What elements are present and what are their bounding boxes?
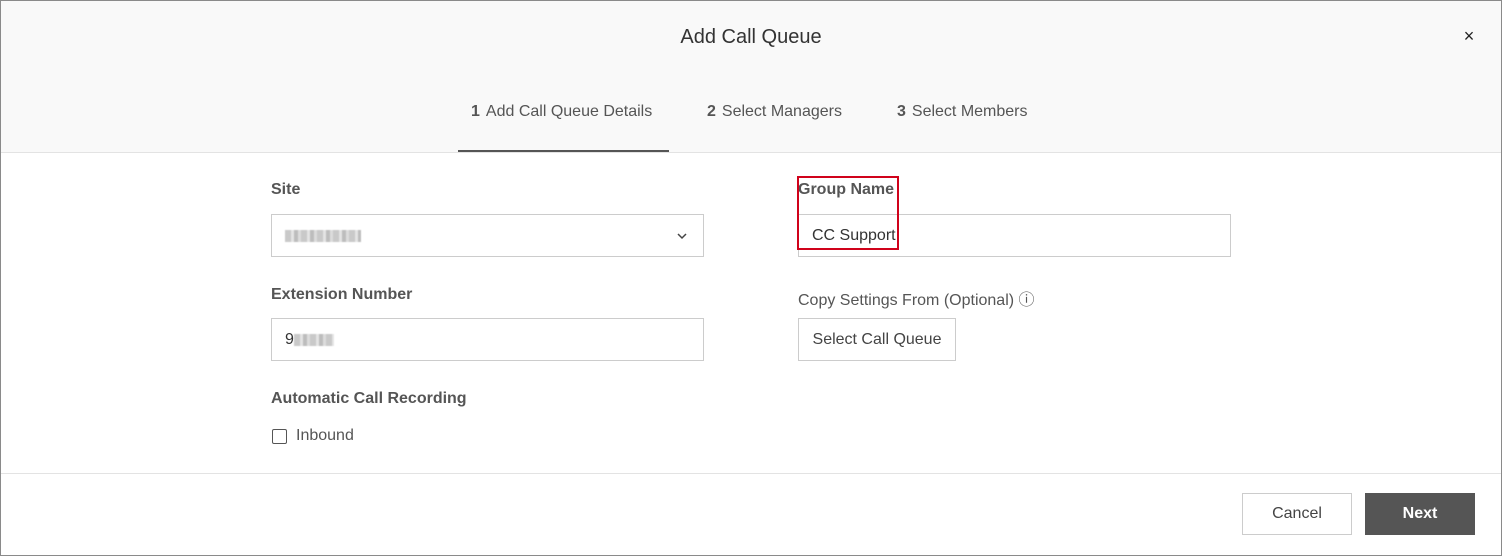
tab-select-members[interactable]: 3 Select Members [897,103,1028,121]
tab-number: 3 [897,103,906,120]
extension-value-redacted [293,333,334,346]
tab-add-call-queue-details[interactable]: 1 Add Call Queue Details [471,103,652,121]
automatic-call-recording-label: Automatic Call Recording [271,390,467,407]
add-call-queue-dialog: Add Call Queue × 1 Add Call Queue Details… [0,0,1502,556]
cancel-button[interactable]: Cancel [1242,493,1352,535]
extension-number-value: 9 [285,331,294,348]
dialog-title: Add Call Queue [680,26,822,48]
close-icon[interactable]: × [1459,26,1479,46]
chevron-down-icon [677,233,687,240]
dialog-header: Add Call Queue × 1 Add Call Queue Details… [1,1,1501,153]
next-button[interactable]: Next [1365,493,1475,535]
site-label: Site [271,181,301,198]
tab-select-managers[interactable]: 2 Select Managers [707,103,842,121]
select-call-queue-button[interactable]: Select Call Queue [798,318,956,361]
tab-label: Select Members [911,103,1028,120]
site-select[interactable] [271,214,704,257]
extension-number-label: Extension Number [271,286,413,303]
tab-label: Select Managers [721,103,842,120]
group-name-highlight-box [797,176,899,250]
tab-number: 1 [471,103,480,120]
copy-settings-label: Copy Settings From (Optional) ⓘ [798,292,1035,309]
site-value-redacted [285,229,361,242]
tab-number: 2 [707,103,716,120]
tab-label: Add Call Queue Details [485,103,653,120]
extension-number-input[interactable]: 9 [271,318,704,361]
inbound-checkbox[interactable] [272,429,287,444]
active-tab-indicator [458,150,669,152]
footer-divider [1,473,1501,474]
inbound-label: Inbound [296,427,354,444]
